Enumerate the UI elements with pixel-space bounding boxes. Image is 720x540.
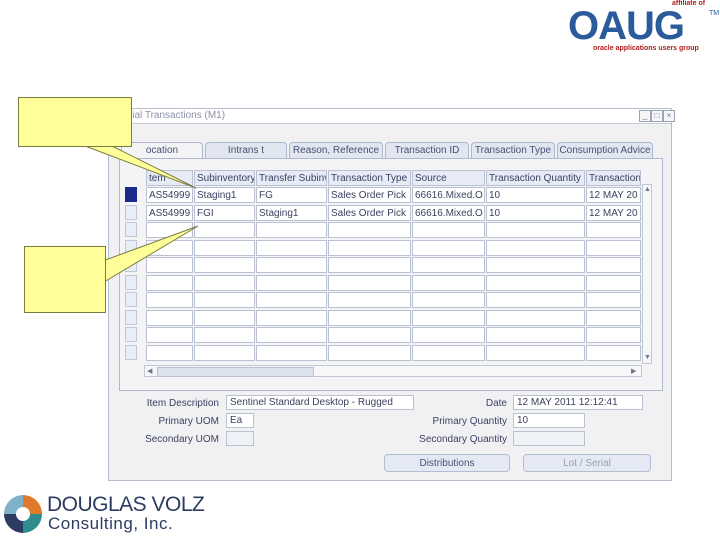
douglas-volz-logo-icon xyxy=(4,495,42,533)
callout-pointers xyxy=(84,145,199,283)
callout-box-top xyxy=(18,97,132,147)
callout-pointer-top xyxy=(84,145,197,189)
douglas-volz-subtitle: Consulting, Inc. xyxy=(48,514,174,533)
callout-box-bottom xyxy=(24,246,106,313)
callout-pointer-bottom xyxy=(99,225,199,283)
